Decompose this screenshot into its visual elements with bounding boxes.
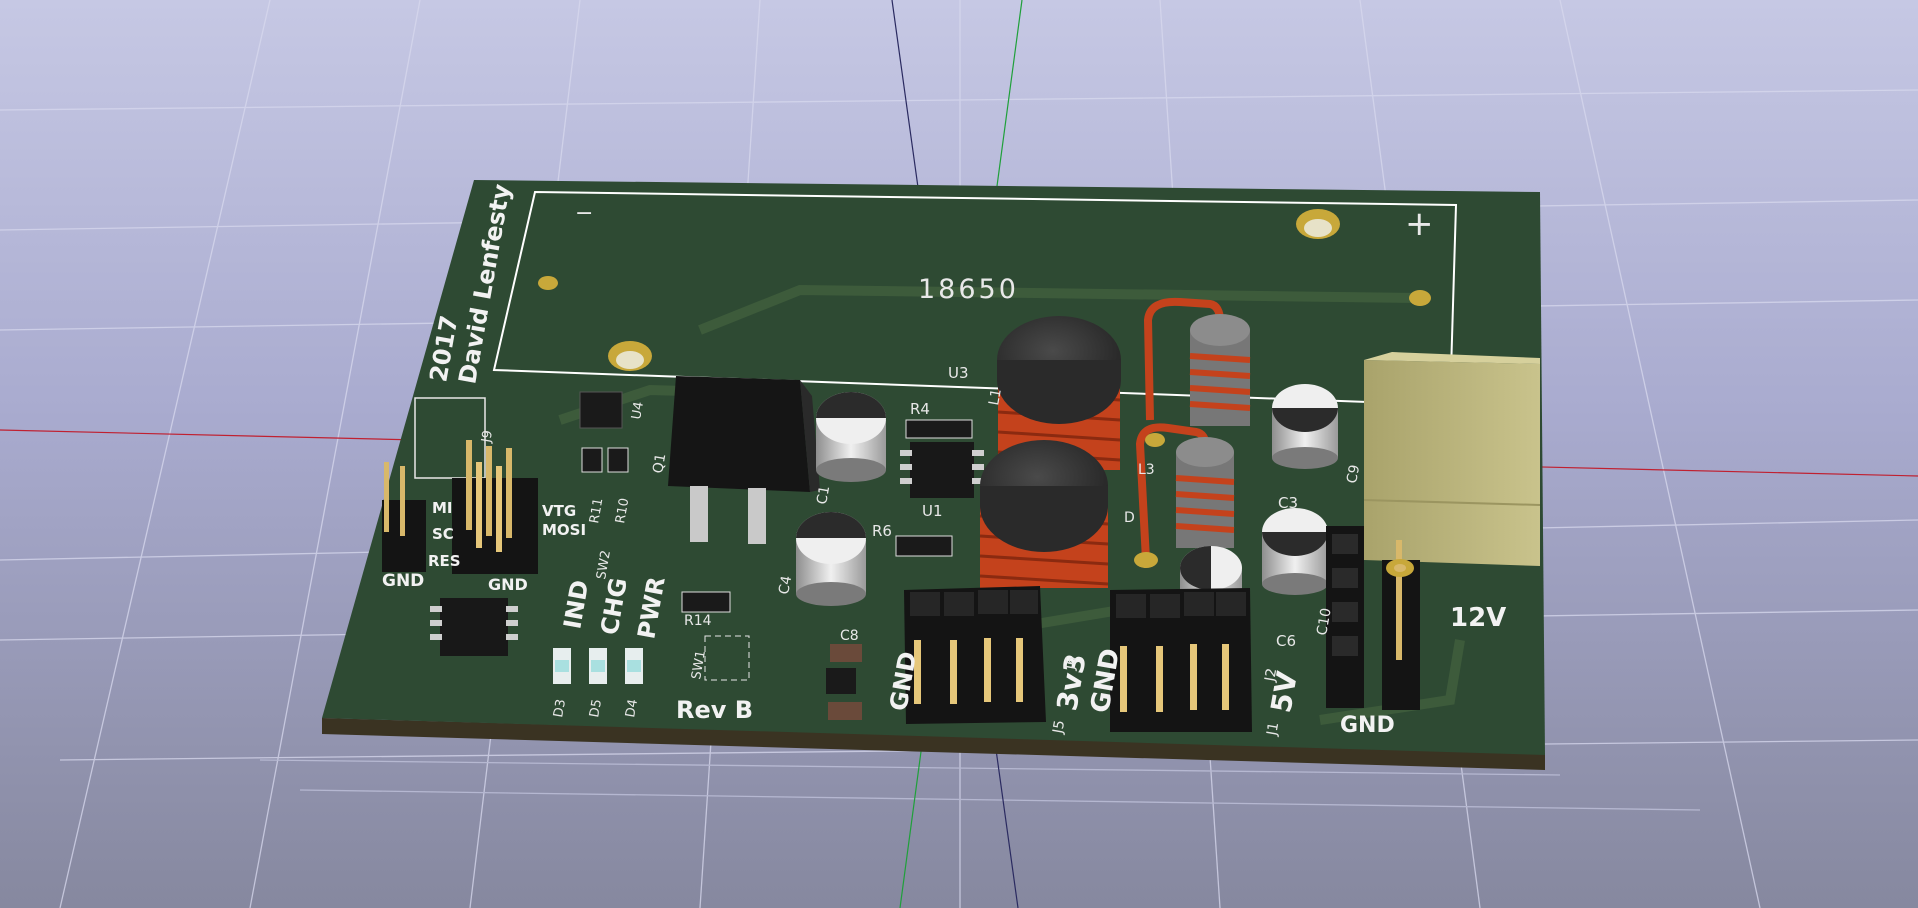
resistor-r14[interactable] — [681, 591, 731, 613]
refdes-l1: L1 — [986, 387, 1005, 406]
isp-label-res: RES — [428, 552, 461, 570]
refdes-d: D — [1124, 510, 1135, 526]
refdes-r6: R6 — [872, 522, 892, 540]
refdes-c8: C8 — [840, 628, 859, 644]
capacitor-c4[interactable] — [796, 512, 866, 606]
header-12v[interactable] — [1382, 540, 1420, 710]
3d-viewport[interactable]: − + 18650 2017 David Lenfesty J9 U4 GND … — [0, 0, 1918, 908]
terminal-block[interactable] — [1363, 352, 1541, 566]
refdes-l3: L3 — [1138, 462, 1155, 478]
isp-label-vtg: VTG — [542, 502, 576, 520]
capacitor-c6[interactable] — [1262, 508, 1328, 595]
gnd-label-isp: GND — [488, 575, 528, 594]
refdes-j6: J6 — [1062, 655, 1080, 672]
chip-soic-left[interactable] — [430, 598, 518, 656]
resistor-r4[interactable] — [905, 419, 973, 439]
resistor-r11[interactable] — [581, 447, 603, 473]
refdes-u1: U1 — [922, 502, 943, 520]
resistor-r6[interactable] — [895, 535, 953, 557]
leds[interactable] — [553, 648, 643, 684]
resistor-r10[interactable] — [607, 447, 629, 473]
refdes-q1: Q1 — [650, 452, 669, 474]
refdes-c9: C9 — [1344, 464, 1363, 485]
refdes-r14: R14 — [684, 613, 712, 629]
refdes-r4: R4 — [910, 400, 930, 418]
capacitor-c8[interactable] — [830, 644, 862, 662]
header-j5-3v3[interactable] — [904, 586, 1046, 724]
header-j1-5v[interactable] — [1110, 588, 1252, 732]
capacitor-c1[interactable] — [816, 392, 886, 482]
refdes-j1: J1 — [1264, 721, 1282, 738]
3d-scene[interactable]: − + 18650 2017 David Lenfesty J9 U4 GND … — [0, 0, 1918, 908]
refdes-d4: D4 — [623, 698, 641, 719]
refdes-d3: D3 — [551, 698, 569, 719]
refdes-j5: J5 — [1050, 719, 1068, 736]
battery-minus-label: − — [575, 201, 593, 226]
isp-label-sc: SC — [432, 525, 454, 543]
chip-u4[interactable] — [579, 391, 623, 429]
refdes-j9: J9 — [479, 429, 496, 445]
refdes-d5: D5 — [587, 698, 605, 719]
voltage-12v-label: 12V — [1450, 603, 1506, 633]
refdes-c1: C1 — [814, 485, 833, 506]
battery-plus-label: + — [1405, 204, 1434, 244]
isp-label-mi: MI — [432, 499, 453, 517]
refdes-u3: U3 — [948, 364, 969, 382]
capacitor-small[interactable] — [828, 702, 862, 720]
chip-small[interactable] — [826, 668, 856, 694]
refdes-c4: C4 — [776, 574, 795, 595]
isp-label-mosi: MOSI — [542, 521, 586, 539]
chip-u1[interactable] — [900, 442, 984, 498]
capacitor-c3[interactable] — [1272, 384, 1338, 469]
gnd-label-right: GND — [1340, 713, 1395, 738]
refdes-c6: C6 — [1276, 632, 1296, 650]
inductor-lower[interactable] — [979, 440, 1109, 588]
gnd-label-left: GND — [382, 571, 424, 591]
refdes-u4: U4 — [629, 401, 647, 421]
battery-label: 18650 — [918, 274, 1019, 305]
revision-label: Rev B — [676, 696, 753, 724]
